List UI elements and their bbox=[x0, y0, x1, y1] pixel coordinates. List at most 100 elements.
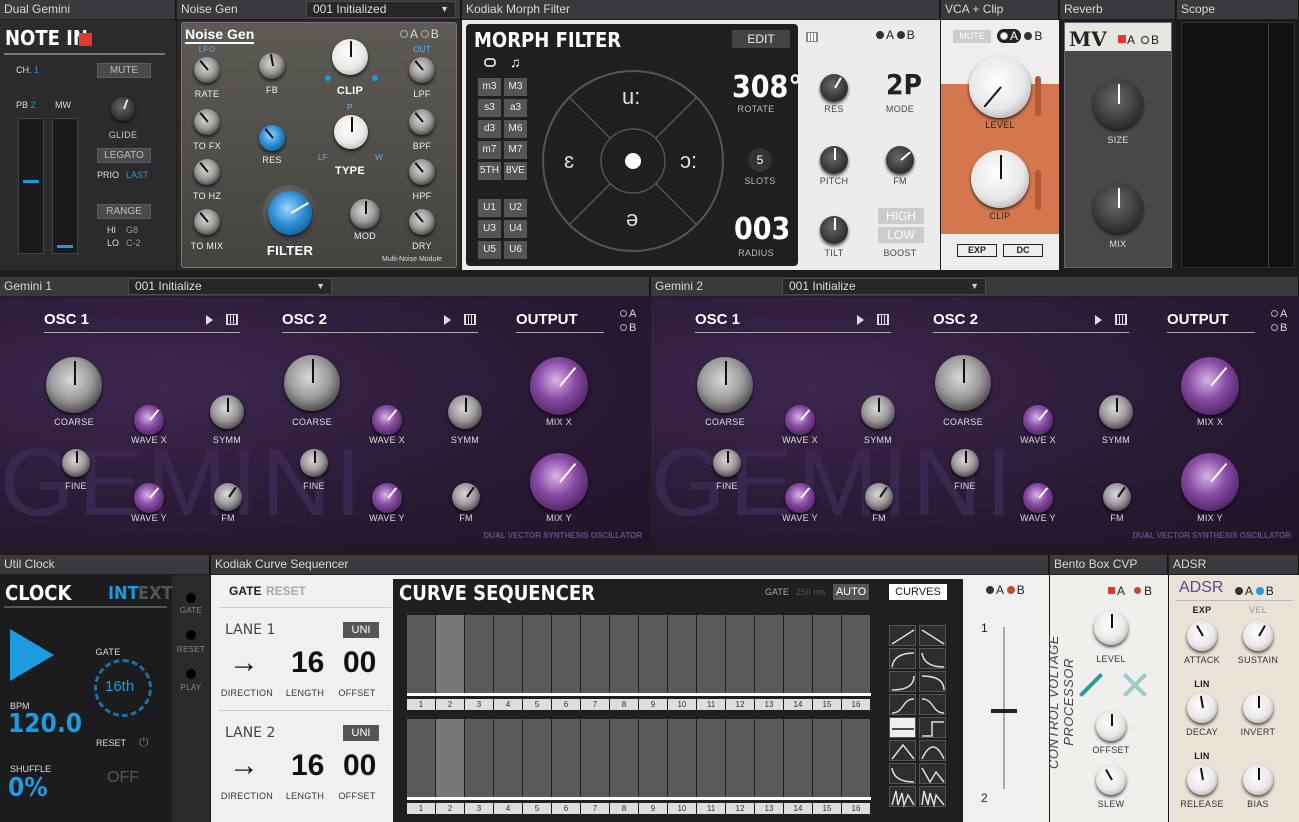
user-slot-button[interactable]: U3 bbox=[478, 220, 501, 238]
curve-shape-button[interactable] bbox=[919, 763, 946, 784]
dc-button[interactable]: DC bbox=[1003, 244, 1043, 257]
bpm-value[interactable]: 120.0 bbox=[8, 709, 82, 739]
level-knob[interactable] bbox=[969, 56, 1031, 118]
osc2-keyboard-icon[interactable] bbox=[464, 314, 476, 325]
vca-header[interactable]: VCA + Clip bbox=[941, 0, 1059, 19]
osc2-wave-x-knob[interactable] bbox=[1023, 405, 1053, 435]
curve-shape-button[interactable] bbox=[889, 763, 916, 784]
step-cell[interactable] bbox=[523, 719, 551, 797]
hpf-knob[interactable] bbox=[409, 159, 435, 185]
osc1-play-icon[interactable] bbox=[206, 315, 213, 325]
osc2-symm-knob[interactable] bbox=[448, 395, 482, 429]
mode-value[interactable]: 2P bbox=[886, 68, 922, 101]
step-cell[interactable] bbox=[726, 719, 754, 797]
decay-knob[interactable] bbox=[1187, 693, 1217, 723]
gemini1-preset-select[interactable]: 001 Initialize ▼ bbox=[128, 278, 332, 295]
b-radio[interactable]: B bbox=[620, 321, 636, 335]
user-slot-button[interactable]: U2 bbox=[504, 199, 527, 217]
curve-shape-button[interactable] bbox=[889, 694, 916, 715]
release-knob[interactable] bbox=[1187, 765, 1217, 795]
user-slot-button[interactable]: U1 bbox=[478, 199, 501, 217]
interval-slot-button[interactable]: s3 bbox=[478, 99, 501, 117]
step-cell[interactable] bbox=[755, 615, 783, 693]
osc2-fm-knob[interactable] bbox=[1103, 483, 1131, 511]
b-radio[interactable]: B bbox=[1271, 321, 1287, 335]
to-mix-knob[interactable] bbox=[194, 209, 220, 235]
step-cell[interactable] bbox=[639, 719, 667, 797]
step-cell[interactable] bbox=[726, 615, 754, 693]
interval-slot-button[interactable]: 5TH bbox=[478, 162, 501, 180]
b-label[interactable]: B bbox=[1141, 33, 1159, 47]
osc2-wave-x-knob[interactable] bbox=[372, 405, 402, 435]
lpf-knob[interactable] bbox=[409, 57, 435, 83]
gate-value[interactable]: 16th bbox=[105, 678, 134, 695]
bento-header[interactable]: Bento Box CVP bbox=[1050, 555, 1168, 574]
step-cell[interactable] bbox=[755, 719, 783, 797]
curve-shape-button[interactable] bbox=[889, 671, 916, 692]
osc2-coarse-knob[interactable] bbox=[935, 355, 991, 411]
uni-button[interactable]: UNI bbox=[343, 725, 379, 741]
osc1-fine-knob[interactable] bbox=[713, 449, 741, 477]
ab-selector[interactable]: AB bbox=[1271, 307, 1287, 335]
loop-icon[interactable] bbox=[484, 58, 496, 67]
osc2-fm-knob[interactable] bbox=[452, 483, 480, 511]
adsr-header[interactable]: ADSR bbox=[1169, 555, 1299, 574]
osc1-play-icon[interactable] bbox=[857, 315, 864, 325]
pitch-knob[interactable] bbox=[820, 146, 848, 174]
lane2-step-grid[interactable]: 1 2 3 4 5 6 7 8 9 10 11 12 13 14 15 16 bbox=[407, 719, 871, 815]
step-cell[interactable] bbox=[842, 719, 870, 797]
mix-y-knob[interactable] bbox=[530, 453, 588, 511]
step-cell[interactable] bbox=[407, 719, 435, 797]
mix-x-knob[interactable] bbox=[530, 357, 588, 415]
osc1-wave-x-knob[interactable] bbox=[785, 405, 815, 435]
pb-value[interactable]: 2 bbox=[31, 100, 36, 110]
ab-selector[interactable]: A B bbox=[1235, 584, 1274, 598]
mix-knob[interactable] bbox=[1093, 183, 1143, 233]
step-cell[interactable] bbox=[610, 615, 638, 693]
step-cell[interactable] bbox=[697, 615, 725, 693]
length-value[interactable]: 16 bbox=[291, 749, 324, 783]
step-cell[interactable] bbox=[610, 719, 638, 797]
curve-shape-button[interactable] bbox=[889, 625, 916, 646]
mute-button[interactable]: MUTE bbox=[97, 63, 151, 78]
osc2-play-icon[interactable] bbox=[1095, 315, 1102, 325]
osc1-symm-knob[interactable] bbox=[210, 395, 244, 429]
fb-knob[interactable] bbox=[259, 53, 285, 79]
scope-display[interactable] bbox=[1181, 22, 1295, 268]
bpf-knob[interactable] bbox=[409, 109, 435, 135]
exp-label[interactable]: EXP bbox=[1193, 605, 1212, 615]
rate-knob[interactable] bbox=[194, 57, 220, 83]
osc1-symm-knob[interactable] bbox=[861, 395, 895, 429]
morph-circle[interactable]: u: ɛ ɔ: ə bbox=[542, 70, 724, 252]
osc1-keyboard-icon[interactable] bbox=[226, 314, 238, 325]
direction-arrow-icon[interactable]: → bbox=[229, 646, 259, 680]
step-cell[interactable] bbox=[581, 719, 609, 797]
interval-slot-button[interactable]: m3 bbox=[478, 78, 501, 96]
step-cell[interactable] bbox=[784, 719, 812, 797]
slew-knob[interactable] bbox=[1096, 765, 1126, 795]
mix-x-knob[interactable] bbox=[1181, 357, 1239, 415]
glide-knob[interactable] bbox=[111, 97, 135, 121]
a-label[interactable]: A bbox=[1127, 33, 1135, 47]
legato-button[interactable]: LEGATO bbox=[97, 148, 151, 163]
reset-out-jack[interactable] bbox=[186, 630, 196, 640]
int-toggle[interactable]: INT bbox=[108, 583, 139, 604]
step-cell[interactable] bbox=[523, 615, 551, 693]
osc1-fine-knob[interactable] bbox=[62, 449, 90, 477]
boost-low-button[interactable]: LOW bbox=[878, 227, 924, 243]
osc1-coarse-knob[interactable] bbox=[697, 357, 753, 413]
radius-value[interactable]: 003 bbox=[734, 212, 790, 247]
interval-slot-button[interactable]: M3 bbox=[504, 78, 527, 96]
tilt-knob[interactable] bbox=[820, 216, 848, 244]
reverb-header[interactable]: Reverb bbox=[1060, 0, 1176, 19]
step-cell[interactable] bbox=[697, 719, 725, 797]
ab-selector[interactable]: AB bbox=[620, 307, 636, 335]
seq-header[interactable]: Kodiak Curve Sequencer bbox=[211, 555, 1049, 574]
piano-icon[interactable] bbox=[806, 32, 818, 42]
gate-out-jack[interactable] bbox=[186, 593, 196, 603]
osc1-fm-knob[interactable] bbox=[865, 483, 893, 511]
curve-shape-button[interactable] bbox=[889, 740, 916, 761]
osc2-fine-knob[interactable] bbox=[300, 449, 328, 477]
sustain-knob[interactable] bbox=[1243, 621, 1273, 651]
ab-selector[interactable]: A B bbox=[986, 583, 1025, 597]
